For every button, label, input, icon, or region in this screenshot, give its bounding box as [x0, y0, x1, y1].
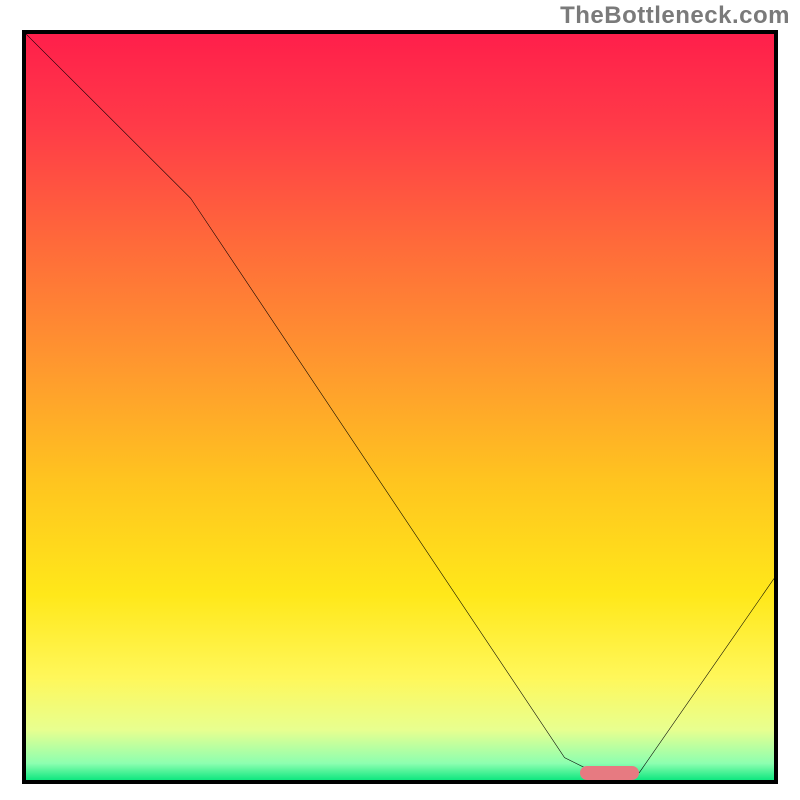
curve-layer [26, 34, 774, 780]
bottleneck-curve [26, 34, 774, 773]
optimal-marker [580, 766, 640, 780]
chart-container: TheBottleneck.com [0, 0, 800, 800]
plot-area [22, 30, 778, 784]
watermark-label: TheBottleneck.com [560, 2, 790, 30]
